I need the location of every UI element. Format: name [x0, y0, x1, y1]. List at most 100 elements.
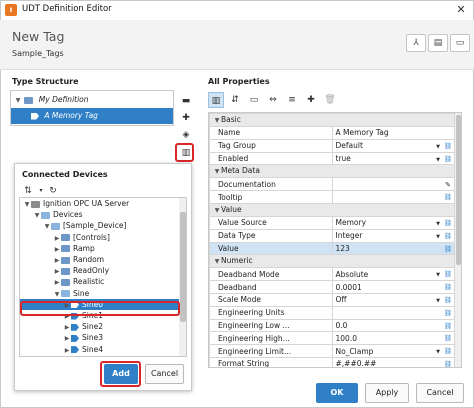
property-row[interactable]: Tag Group Default ▼ ⛓ [209, 138, 455, 153]
dropdown-arrow-icon[interactable]: ▼ [436, 347, 440, 356]
dropdown-arrow-icon[interactable]: ▼ [436, 142, 440, 151]
property-value[interactable]: ✎ [331, 177, 455, 192]
property-value[interactable]: Memory ▼ ⛓ [331, 215, 455, 230]
tree-item-a-memory-tag[interactable]: A Memory Tag [11, 108, 173, 124]
binding-link-icon[interactable]: ⛓ [444, 308, 452, 318]
binding-icon[interactable]: ⅄ [406, 34, 426, 52]
expand-all-icon[interactable]: ⇔ [265, 92, 281, 108]
device-tree-item[interactable]: ▶ Ramp [20, 243, 179, 254]
property-group-row[interactable]: ▼ Value [209, 202, 455, 217]
device-tree-item[interactable]: ▶ ReadOnly [20, 265, 179, 276]
device-tree-item[interactable]: ▼ Sine [20, 288, 179, 299]
property-row[interactable]: Scale Mode Off ▼ ⛓ [209, 292, 455, 307]
delete-icon[interactable]: 🗑 [322, 92, 338, 108]
binding-link-icon[interactable]: ⛓ [444, 154, 452, 164]
property-row[interactable]: Documentation ✎ [209, 177, 455, 192]
property-value[interactable]: ⛓ [331, 305, 455, 320]
property-value[interactable]: 0.0 ⛓ [331, 318, 455, 333]
chevron-down-icon[interactable]: ▼ [14, 93, 22, 109]
property-value[interactable]: No_Clamp ▼ ⛓ [331, 344, 455, 358]
scrollbar-thumb[interactable] [456, 115, 461, 265]
property-row[interactable]: Deadband 0.0001 ⛓ [209, 280, 455, 294]
chevron-down-icon[interactable]: ▼ [213, 166, 221, 177]
json-view-icon[interactable]: ▤ [428, 34, 448, 52]
dropdown-arrow-icon[interactable]: ▼ [436, 232, 440, 241]
close-icon[interactable]: ✕ [451, 0, 471, 20]
property-value[interactable]: #,##0.## ⛓ [331, 356, 455, 367]
dropdown-arrow-icon[interactable]: ▼ [436, 219, 440, 228]
device-tree-item[interactable]: ▶ Random [20, 254, 179, 265]
property-row[interactable]: Value 123 ⛓ [209, 241, 455, 256]
property-row[interactable]: Deadband Mode Absolute ▼ ⛓ [209, 267, 455, 282]
binding-link-icon[interactable]: ⛓ [444, 346, 452, 356]
add-property-icon[interactable]: ✚ [303, 92, 319, 108]
binding-link-icon[interactable]: ⛓ [444, 192, 452, 202]
binding-link-icon[interactable]: ⛓ [444, 218, 452, 228]
device-tree-scrollbar[interactable] [179, 198, 186, 356]
chevron-down-icon[interactable]: ▼ [213, 115, 221, 126]
chevron-right-icon[interactable]: ▶ [63, 345, 71, 356]
apply-button[interactable]: Apply [365, 383, 409, 403]
property-row[interactable]: Engineering Low ... 0.0 ⛓ [209, 318, 455, 333]
chevron-down-icon[interactable]: ▼ [213, 256, 221, 267]
category-view-icon[interactable]: ▥ [208, 92, 224, 108]
device-tree-item[interactable]: ▼ Devices [20, 209, 179, 220]
cancel-button[interactable]: Cancel [416, 383, 464, 403]
scrollbar-thumb[interactable] [180, 212, 186, 322]
collapse-all-icon[interactable]: ≡ [284, 92, 300, 108]
property-row[interactable]: Value Source Memory ▼ ⛓ [209, 215, 455, 230]
property-group-row[interactable]: ▼ Meta Data [209, 164, 455, 179]
binding-link-icon[interactable]: ⛓ [444, 321, 452, 331]
property-group-row[interactable]: ▼ Numeric [209, 254, 455, 269]
binding-link-icon[interactable]: ⛓ [444, 231, 452, 241]
property-value[interactable]: Default ▼ ⛓ [331, 138, 455, 153]
document-icon[interactable]: ▭ [450, 34, 470, 52]
property-value[interactable]: Absolute ▼ ⛓ [331, 267, 455, 282]
property-value[interactable]: 0.0001 ⛓ [331, 280, 455, 294]
property-value[interactable]: 123 ⛓ [331, 241, 455, 256]
property-group-row[interactable]: ▼ Basic [209, 113, 455, 127]
popup-cancel-button[interactable]: Cancel [145, 364, 184, 384]
device-tree-item[interactable]: ▶ Sine2 [20, 321, 179, 332]
dropdown-arrow-icon[interactable]: ▼ [436, 270, 440, 279]
properties-scrollbar[interactable] [455, 113, 461, 367]
property-row[interactable]: Format String #,##0.## ⛓ [209, 356, 455, 367]
property-row[interactable]: Name A Memory Tag [209, 126, 455, 140]
property-row[interactable]: Engineering High... 100.0 ⛓ [209, 331, 455, 346]
chevron-down-icon[interactable]: ▼ [213, 205, 221, 216]
property-value[interactable]: 100.0 ⛓ [331, 331, 455, 346]
device-tree-item[interactable]: ▶ Realistic [20, 276, 179, 287]
property-value[interactable]: ⛓ [331, 190, 455, 204]
add-tag-icon[interactable]: ✚ [179, 111, 193, 125]
device-tree-item[interactable]: ▶ Sine3 [20, 332, 179, 343]
tree-item-my-definition[interactable]: ▼ My Definition [11, 92, 173, 108]
dropdown-arrow-icon[interactable]: ▼ [436, 155, 440, 164]
property-row[interactable]: Tooltip ⛓ [209, 190, 455, 204]
device-tree-item[interactable]: ▼ [Sample_Device] [20, 220, 179, 231]
property-value[interactable]: Integer ▼ ⛓ [331, 228, 455, 243]
edit-pencil-icon[interactable]: ✎ [445, 180, 451, 189]
dropdown-arrow-icon[interactable]: ▼ [436, 296, 440, 305]
property-row[interactable]: Engineering Limit... No_Clamp ▼ ⛓ [209, 344, 455, 358]
binding-link-icon[interactable]: ⛓ [444, 282, 452, 292]
add-folder-icon[interactable]: ▬ [179, 94, 193, 108]
tag-icon[interactable]: ◈ [179, 128, 193, 142]
property-value[interactable]: true ▼ ⛓ [331, 151, 455, 166]
device-tree-item[interactable]: ▶ [Controls] [20, 232, 179, 243]
property-row[interactable]: Engineering Units ⛓ [209, 305, 455, 320]
property-value[interactable]: A Memory Tag [331, 126, 455, 140]
ok-button[interactable]: OK [316, 383, 358, 403]
json-view-icon[interactable]: ▭ [246, 92, 262, 108]
binding-link-icon[interactable]: ⛓ [444, 295, 452, 305]
binding-link-icon[interactable]: ⛓ [444, 269, 452, 279]
property-row[interactable]: Data Type Integer ▼ ⛓ [209, 228, 455, 243]
property-row[interactable]: Enabled true ▼ ⛓ [209, 151, 455, 166]
device-tree-item[interactable]: ▼ Ignition OPC UA Server [20, 198, 179, 209]
binding-link-icon[interactable]: ⛓ [444, 333, 452, 343]
device-tree-item[interactable]: ▶ Sine4 [20, 344, 179, 355]
sort-alpha-icon[interactable]: ⇵ [227, 92, 243, 108]
binding-link-icon[interactable]: ⛓ [444, 359, 452, 367]
property-value[interactable]: Off ▼ ⛓ [331, 292, 455, 307]
binding-link-icon[interactable]: ⛓ [444, 141, 452, 151]
binding-link-icon[interactable]: ⛓ [444, 244, 452, 254]
